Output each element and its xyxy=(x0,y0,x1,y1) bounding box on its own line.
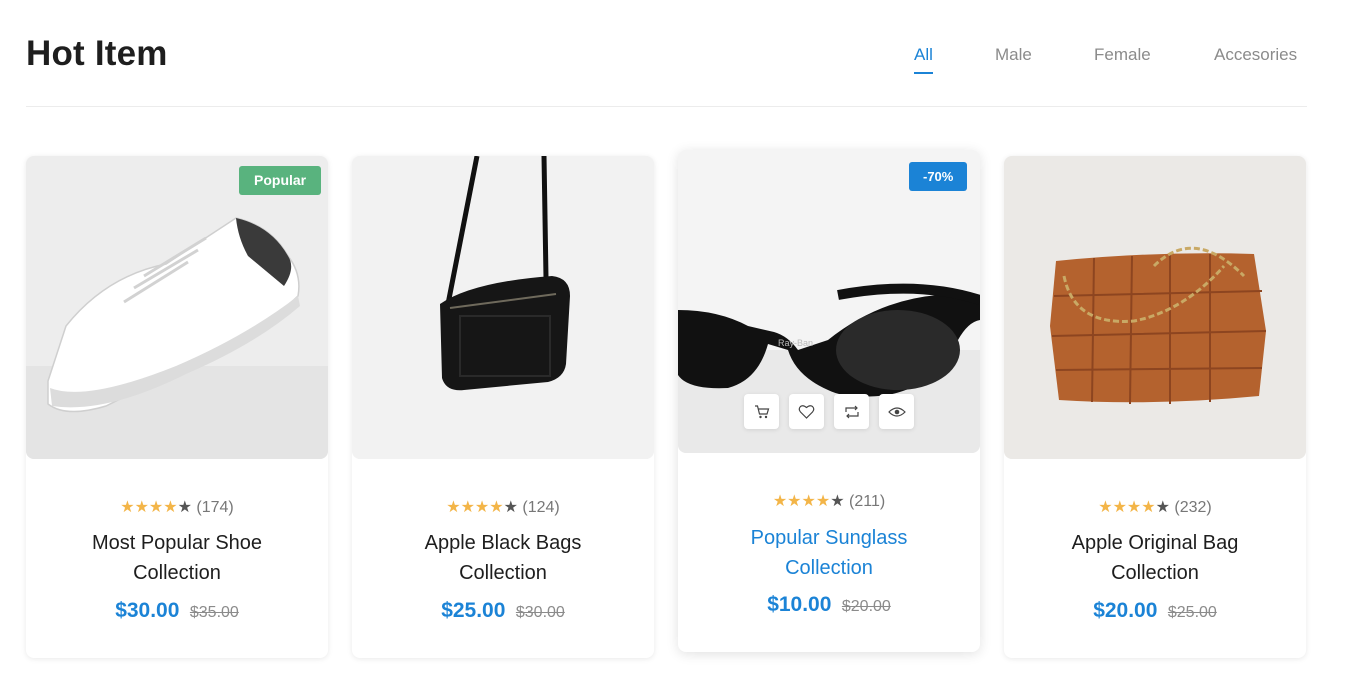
current-price: $30.00 xyxy=(115,599,180,622)
cart-icon[interactable] xyxy=(744,394,779,429)
current-price: $10.00 xyxy=(767,593,832,616)
product-card[interactable]: Ray-Ban -70% ★★★★★ (211) Popular Sunglas… xyxy=(678,150,980,652)
tab-male[interactable]: Male xyxy=(995,45,1032,65)
discount-badge: -70% xyxy=(909,162,968,191)
star-rating-icon: ★★★★★ xyxy=(1098,499,1170,516)
compare-icon[interactable] xyxy=(834,394,869,429)
header-divider xyxy=(26,106,1307,107)
star-rating-icon: ★★★★★ xyxy=(446,499,518,516)
old-price: $25.00 xyxy=(1167,604,1217,621)
sunglasses-image[interactable]: Ray-Ban -70% xyxy=(678,150,980,453)
product-price: $25.00 $30.00 xyxy=(352,599,654,623)
review-count: (124) xyxy=(522,499,560,516)
category-tabs: All Male Female Accesories xyxy=(0,45,1365,75)
product-rating: ★★★★★ (174) xyxy=(26,497,328,517)
old-price: $20.00 xyxy=(841,598,891,615)
hot-item-section: Hot Item All Male Female Accesories Popu… xyxy=(0,0,1365,694)
sneaker-image[interactable]: Popular xyxy=(26,156,328,459)
product-price: $10.00 $20.00 xyxy=(678,593,980,617)
product-name-line1: Most Popular Shoe xyxy=(91,532,263,554)
svg-text:Ray-Ban: Ray-Ban xyxy=(778,338,813,348)
eye-icon[interactable] xyxy=(879,394,914,429)
product-name-line1: Popular Sunglass xyxy=(750,527,908,549)
star-rating-icon: ★★★★★ xyxy=(772,493,845,510)
star-rating-icon: ★★★★★ xyxy=(120,499,192,516)
product-name[interactable]: Apple Original Bag Collection xyxy=(1004,528,1306,588)
product-name-line2: Collection xyxy=(133,562,221,584)
product-price: $30.00 $35.00 xyxy=(26,599,328,623)
product-rating: ★★★★★ (211) xyxy=(678,491,980,511)
review-count: (232) xyxy=(1174,499,1212,516)
heart-icon[interactable] xyxy=(789,394,824,429)
product-price: $20.00 $25.00 xyxy=(1004,599,1306,623)
product-card[interactable]: ★★★★★ (124) Apple Black Bags Collection … xyxy=(352,156,654,658)
product-name-line2: Collection xyxy=(1111,562,1199,584)
product-name[interactable]: Popular Sunglass Collection xyxy=(678,523,980,583)
current-price: $25.00 xyxy=(441,599,506,622)
current-price: $20.00 xyxy=(1093,599,1158,622)
popular-badge: Popular xyxy=(239,166,322,195)
review-count: (211) xyxy=(849,493,886,510)
tab-accesories[interactable]: Accesories xyxy=(1214,45,1297,65)
product-rating: ★★★★★ (232) xyxy=(1004,497,1306,517)
product-name-line2: Collection xyxy=(785,557,873,579)
product-name[interactable]: Apple Black Bags Collection xyxy=(352,528,654,588)
old-price: $35.00 xyxy=(189,604,239,621)
product-card[interactable]: ★★★★★ (232) Apple Original Bag Collectio… xyxy=(1004,156,1306,658)
woven-bag-image[interactable] xyxy=(1004,156,1306,459)
tab-all[interactable]: All xyxy=(914,45,933,74)
product-name-line1: Apple Black Bags xyxy=(424,532,582,554)
product-name[interactable]: Most Popular Shoe Collection xyxy=(26,528,328,588)
tab-female[interactable]: Female xyxy=(1094,45,1151,65)
product-name-line2: Collection xyxy=(459,562,547,584)
product-card[interactable]: Popular ★★★★★ (174) Most Popular Shoe Co… xyxy=(26,156,328,658)
product-name-line1: Apple Original Bag xyxy=(1071,532,1239,554)
black-bag-image[interactable] xyxy=(352,156,654,459)
product-rating: ★★★★★ (124) xyxy=(352,497,654,517)
review-count: (174) xyxy=(196,499,234,516)
old-price: $30.00 xyxy=(515,604,565,621)
